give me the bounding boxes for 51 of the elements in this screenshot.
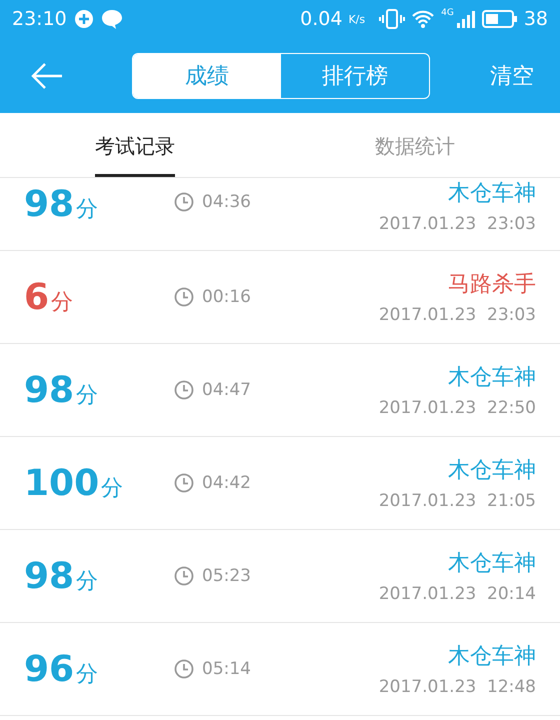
clock-icon — [174, 659, 194, 679]
rank-title: 马路杀手 — [448, 271, 536, 299]
score-unit: 分 — [76, 196, 98, 224]
vibrate-icon — [379, 8, 406, 30]
score-value: 96 — [24, 648, 74, 690]
rank-title: 木仓车神 — [448, 364, 536, 392]
clock-icon — [174, 566, 194, 586]
record-date: 2017.01.23 20:14 — [378, 584, 536, 604]
clock-icon — [174, 287, 194, 307]
score-value: 98 — [24, 184, 74, 225]
record-date: 2017.01.23 23:03 — [378, 214, 536, 234]
rank-title: 木仓车神 — [448, 180, 536, 208]
clock-icon — [174, 192, 194, 212]
duration: 05:14 — [202, 659, 251, 679]
score-unit: 分 — [76, 382, 98, 410]
duration: 05:23 — [202, 566, 251, 586]
score-value: 98 — [24, 556, 74, 596]
clear-button[interactable]: 清空 — [484, 60, 540, 92]
wifi-icon — [411, 9, 436, 29]
chat-bubble-icon — [100, 9, 123, 29]
score-value: 100 — [24, 462, 100, 504]
speed-unit: K/s — [348, 12, 366, 26]
record-date: 2017.01.23 12:48 — [378, 677, 536, 697]
duration: 04:36 — [202, 192, 251, 212]
score-value: 6 — [24, 276, 50, 318]
clock-icon — [174, 380, 194, 400]
record-date: 2017.01.23 21:05 — [378, 491, 536, 511]
score-unit: 分 — [101, 474, 124, 502]
segment-tab[interactable]: 排行榜 — [281, 54, 429, 98]
rank-title: 木仓车神 — [448, 457, 536, 485]
rank-title: 木仓车神 — [448, 550, 536, 578]
battery-icon — [482, 9, 518, 29]
duration: 04:42 — [202, 473, 251, 493]
record-date: 2017.01.23 23:03 — [378, 305, 536, 325]
clock-time: 23:10 — [12, 8, 67, 30]
network-type: 4G — [441, 8, 454, 18]
score-value: 98 — [24, 370, 74, 410]
duration: 04:47 — [202, 380, 251, 400]
back-arrow-icon[interactable] — [30, 62, 64, 90]
clock-icon — [174, 473, 194, 493]
network-speed: 0.04 — [300, 8, 342, 30]
score-unit: 分 — [51, 288, 74, 316]
record-date: 2017.01.23 22:50 — [378, 398, 536, 418]
plus-circle-icon — [72, 8, 95, 30]
score-unit: 分 — [76, 660, 98, 688]
rank-title: 木仓车神 — [448, 643, 536, 671]
signal-icon — [456, 9, 476, 29]
segment-tab[interactable]: 成绩 — [133, 54, 281, 98]
score-unit: 分 — [76, 568, 98, 596]
duration: 00:16 — [202, 287, 251, 307]
battery-percent: 38 — [524, 8, 548, 30]
